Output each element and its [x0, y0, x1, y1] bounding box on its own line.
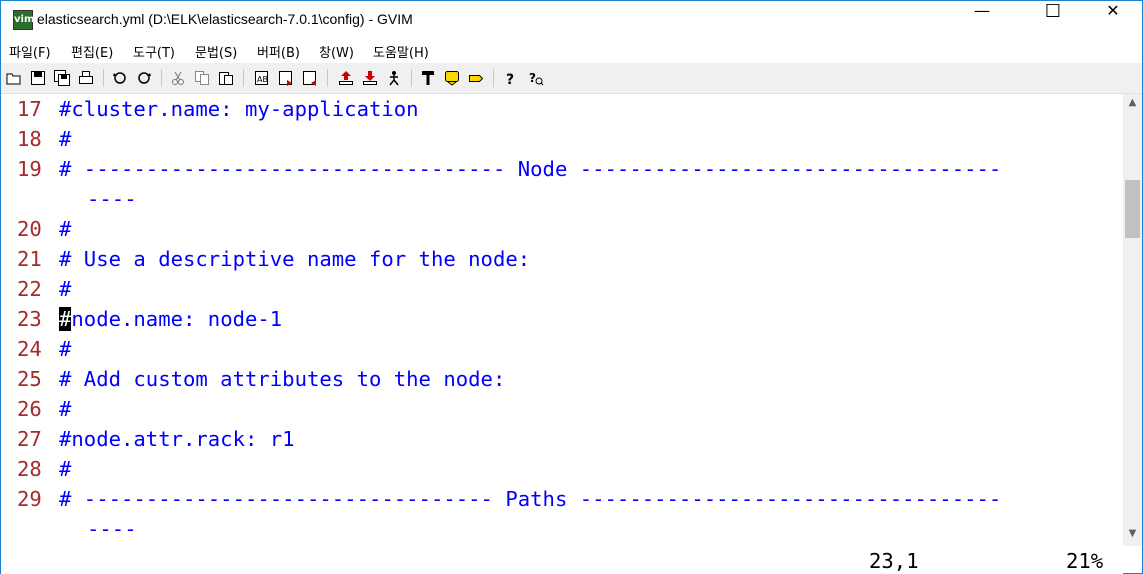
maximize-button[interactable]: ☐ — [1030, 1, 1076, 39]
line-number: 22 — [17, 277, 42, 301]
toolbar-separator — [411, 69, 412, 87]
run-script-icon[interactable] — [385, 69, 403, 87]
load-session-icon[interactable] — [337, 69, 355, 87]
line-text: ---- — [87, 187, 137, 211]
undo-icon[interactable] — [111, 69, 129, 87]
vertical-scrollbar[interactable]: ▲ ▼ — [1123, 94, 1142, 546]
scroll-down-arrow[interactable]: ▼ — [1123, 525, 1142, 542]
gvim-window: vim elasticsearch.yml (D:\ELK\elasticsea… — [0, 0, 1143, 574]
line-number: 20 — [17, 217, 42, 241]
close-button[interactable]: ✕ — [1090, 1, 1136, 39]
line-text: # — [59, 337, 72, 361]
toolbar-separator — [243, 69, 244, 87]
line-text: #cluster.name: my-application — [59, 97, 419, 121]
minimize-button[interactable]: — — [959, 1, 1005, 39]
toolbar-separator — [161, 69, 162, 87]
line-number: 19 — [17, 157, 42, 181]
line-number: 25 — [17, 367, 42, 391]
tag-jump-icon[interactable] — [467, 69, 485, 87]
toolbar-separator — [103, 69, 104, 87]
svg-text:?: ? — [529, 71, 536, 85]
redo-icon[interactable] — [135, 69, 153, 87]
line-text: ---- — [87, 517, 137, 541]
line-text: #node.attr.rack: r1 — [59, 427, 295, 451]
save-icon[interactable] — [29, 69, 47, 87]
line-number: 18 — [17, 127, 42, 151]
line-number: 17 — [17, 97, 42, 121]
text-editor[interactable]: 17 #cluster.name: my-application 18 # 19 # … — [1, 94, 1123, 574]
svg-text:AB: AB — [257, 75, 268, 84]
line-number: 28 — [17, 457, 42, 481]
find-next-icon[interactable] — [277, 69, 295, 87]
line-text: # — [59, 457, 72, 481]
print-icon[interactable] — [77, 69, 95, 87]
toolbar-separator — [327, 69, 328, 87]
line-number: 24 — [17, 337, 42, 361]
menu-bar: 파일(F) 편집(E) 도구(T) 문법(S) 버퍼(B) 창(W) 도움말(H… — [1, 39, 1142, 63]
title-bar[interactable]: vim elasticsearch.yml (D:\ELK\elasticsea… — [1, 1, 1142, 39]
line-number: 26 — [17, 397, 42, 421]
scrollbar-thumb[interactable] — [1125, 180, 1140, 238]
menu-file[interactable]: 파일(F) — [9, 42, 51, 61]
open-icon[interactable] — [5, 69, 23, 87]
help-icon[interactable]: ? — [501, 69, 519, 87]
menu-buffers[interactable]: 버퍼(B) — [257, 42, 300, 61]
menu-tools[interactable]: 도구(T) — [133, 42, 175, 61]
scroll-up-arrow[interactable]: ▲ — [1123, 94, 1142, 111]
line-text: # — [59, 127, 72, 151]
text-cursor: # — [59, 307, 72, 331]
toolbar-separator — [493, 69, 494, 87]
paste-icon[interactable] — [217, 69, 235, 87]
find-help-icon[interactable]: ? — [527, 69, 545, 87]
menu-syntax[interactable]: 문법(S) — [195, 42, 237, 61]
line-text: # ---------------------------------- Nod… — [59, 157, 1002, 181]
shell-icon[interactable] — [443, 69, 461, 87]
line-number: 23 — [17, 307, 42, 331]
menu-edit[interactable]: 편집(E) — [71, 42, 113, 61]
line-text: # Add custom attributes to the node: — [59, 367, 506, 391]
copy-icon[interactable] — [193, 69, 211, 87]
line-text: # — [59, 277, 72, 301]
line-number: 27 — [17, 427, 42, 451]
menu-window[interactable]: 창(W) — [319, 42, 354, 61]
menu-help[interactable]: 도움말(H) — [373, 42, 429, 61]
toolbar: AB ? ? — [1, 63, 1142, 94]
line-text: # --------------------------------- Path… — [59, 487, 1002, 511]
save-all-icon[interactable] — [53, 69, 71, 87]
line-number: 21 — [17, 247, 42, 271]
scroll-percent: 21% — [1066, 549, 1104, 573]
save-session-icon[interactable] — [361, 69, 379, 87]
line-text: # — [59, 397, 72, 421]
line-text: # Use a descriptive name for the node: — [59, 247, 531, 271]
vim-app-icon: vim — [13, 10, 34, 30]
line-number: 29 — [17, 487, 42, 511]
cut-icon[interactable] — [169, 69, 187, 87]
line-text: # — [59, 217, 72, 241]
svg-text:?: ? — [506, 72, 514, 86]
line-text: #node.name: node-1 — [59, 304, 282, 334]
find-replace-icon[interactable]: AB — [253, 69, 271, 87]
make-icon[interactable] — [419, 69, 437, 87]
find-prev-icon[interactable] — [301, 69, 319, 87]
window-title: elasticsearch.yml (D:\ELK\elasticsearch-… — [37, 11, 413, 27]
line-text-rest: node.name: node-1 — [71, 307, 283, 331]
cursor-position: 23,1 — [869, 549, 919, 573]
